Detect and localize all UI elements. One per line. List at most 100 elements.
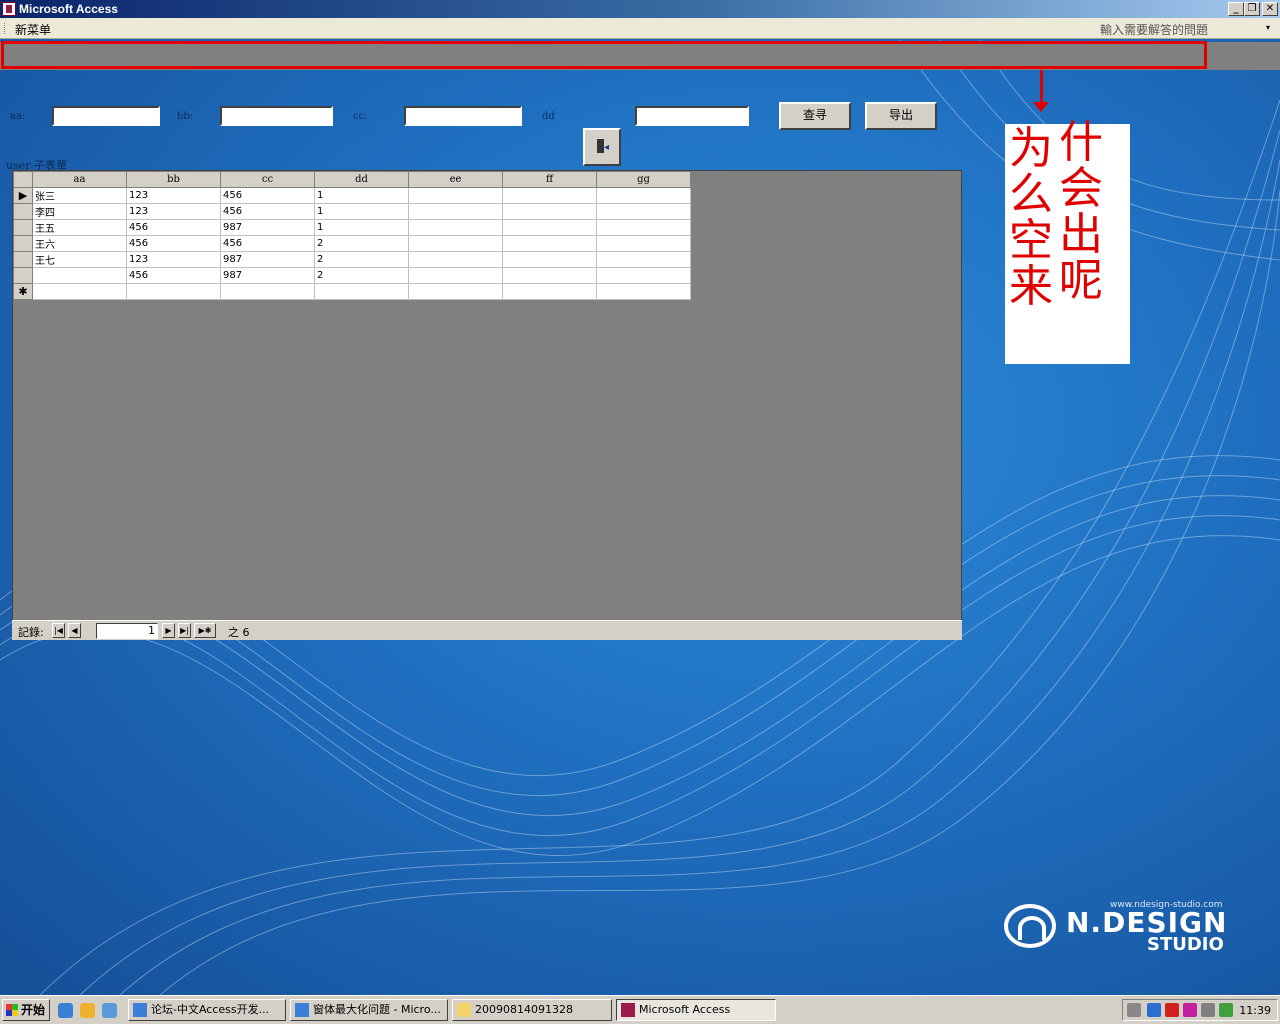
taskbar-item-maximize-question[interactable]: 窗体最大化问题 - Micro... [290,999,448,1021]
table-cell[interactable] [32,267,127,284]
volume-icon[interactable] [1201,1003,1215,1017]
previous-record-icon[interactable]: ◀ [68,623,81,638]
menu-new-menu[interactable]: 新菜单 [15,21,51,38]
taskbar-item-access[interactable]: Microsoft Access [616,999,776,1021]
table-cell[interactable] [596,283,691,300]
table-cell[interactable] [502,187,597,204]
keyboard-icon[interactable] [1127,1003,1141,1017]
table-cell[interactable] [220,283,315,300]
table-cell[interactable]: 123 [126,203,221,220]
record-selector[interactable] [13,267,33,284]
search-button[interactable]: 查寻 [779,102,851,130]
table-cell[interactable] [314,283,409,300]
column-header-gg[interactable]: gg [596,171,691,188]
close-button[interactable]: ✕ [1262,2,1278,16]
table-cell[interactable]: 123 [126,251,221,268]
record-selector[interactable] [13,251,33,268]
record-selector[interactable] [13,219,33,236]
restore-button[interactable]: ❐ [1244,2,1260,16]
table-cell[interactable] [408,187,503,204]
last-record-icon[interactable]: ▶| [178,623,191,638]
table-cell[interactable]: 987 [220,251,315,268]
table-cell[interactable]: 1 [314,203,409,220]
next-record-icon[interactable]: ▶ [162,623,175,638]
table-cell[interactable]: 李四 [32,203,127,220]
taskbar-item-forum[interactable]: 论坛-中文Access开发... [128,999,286,1021]
table-cell[interactable] [502,219,597,236]
table-cell[interactable]: 123 [126,187,221,204]
current-record-input[interactable]: 1 [96,623,158,639]
update-icon[interactable] [1219,1003,1233,1017]
table-cell[interactable]: 456 [220,235,315,252]
new-record-nav-icon[interactable]: ▶✱ [194,623,216,638]
table-cell[interactable] [596,219,691,236]
column-header-aa[interactable]: aa [32,171,127,188]
table-row[interactable]: 李四 123 456 1 [13,203,691,220]
new-record-icon[interactable]: ✱ [13,283,33,300]
table-cell[interactable] [502,203,597,220]
table-cell[interactable] [408,283,503,300]
table-cell[interactable]: 987 [220,219,315,236]
column-header-dd[interactable]: dd [314,171,409,188]
table-cell[interactable] [596,235,691,252]
help-dropdown-arrow-icon[interactable]: ▾ [1266,23,1270,32]
table-cell[interactable] [596,203,691,220]
table-cell[interactable]: 张三 [32,187,127,204]
desktop-quicklaunch-icon[interactable] [102,1003,117,1018]
access-app-icon[interactable] [2,2,16,16]
dd-input[interactable] [635,106,749,126]
menu-grip-icon[interactable] [4,23,7,34]
cc-input[interactable] [404,106,522,126]
table-row[interactable]: 王六 456 456 2 [13,235,691,252]
help-question-input[interactable]: 輸入需要解答的問題 [1100,21,1276,38]
record-selector[interactable] [13,203,33,220]
table-row[interactable]: 王七 123 987 2 [13,251,691,268]
table-cell[interactable]: 456 [220,203,315,220]
column-header-ee[interactable]: ee [408,171,503,188]
table-cell[interactable] [502,267,597,284]
start-button[interactable]: 开始 [2,999,50,1021]
table-cell[interactable] [32,283,127,300]
taskbar-item-folder[interactable]: 20090814091328 [452,999,612,1021]
table-cell[interactable]: 王六 [32,235,127,252]
table-cell[interactable] [408,203,503,220]
aa-input[interactable] [52,106,160,126]
ie-quicklaunch-icon[interactable] [58,1003,73,1018]
table-cell[interactable] [596,187,691,204]
table-cell[interactable]: 987 [220,267,315,284]
table-row[interactable]: 王五 456 987 1 [13,219,691,236]
minimize-button[interactable]: _ [1228,2,1244,16]
record-selector[interactable] [13,235,33,252]
record-selector-current-icon[interactable]: ▶ [13,187,33,204]
table-cell[interactable] [408,251,503,268]
table-cell[interactable]: 2 [314,251,409,268]
table-cell[interactable] [502,251,597,268]
column-header-bb[interactable]: bb [126,171,221,188]
table-cell[interactable]: 2 [314,267,409,284]
column-header-cc[interactable]: cc [220,171,315,188]
bb-input[interactable] [220,106,333,126]
table-cell[interactable]: 王五 [32,219,127,236]
table-cell[interactable] [596,251,691,268]
table-cell[interactable]: 456 [126,267,221,284]
messenger-icon[interactable] [1183,1003,1197,1017]
table-cell[interactable] [126,283,221,300]
table-cell[interactable]: 2 [314,235,409,252]
table-cell[interactable] [408,267,503,284]
network-icon[interactable] [1147,1003,1161,1017]
table-cell[interactable] [502,235,597,252]
outlook-quicklaunch-icon[interactable] [80,1003,95,1018]
table-cell[interactable] [408,235,503,252]
table-cell[interactable]: 王七 [32,251,127,268]
table-cell[interactable]: 456 [220,187,315,204]
export-button[interactable]: 导出 [865,102,937,130]
antivirus-icon[interactable] [1165,1003,1179,1017]
table-cell[interactable] [596,267,691,284]
select-all-corner[interactable] [13,171,33,188]
table-cell[interactable] [408,219,503,236]
table-row[interactable]: ▶ 张三 123 456 1 [13,187,691,204]
column-header-ff[interactable]: ff [502,171,597,188]
table-row[interactable]: 456 987 2 [13,267,691,284]
table-cell[interactable]: 456 [126,235,221,252]
table-cell[interactable]: 456 [126,219,221,236]
